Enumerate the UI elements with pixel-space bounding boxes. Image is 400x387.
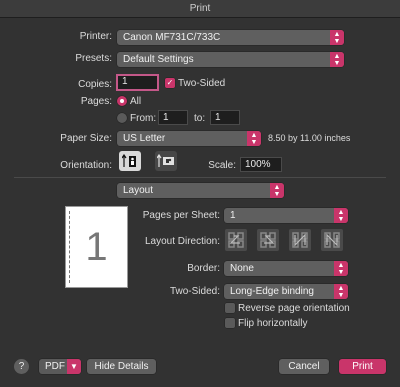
pages-per-sheet-label: Pages per Sheet:	[142, 210, 220, 221]
border-select[interactable]: None ▲ ▼	[224, 261, 348, 276]
pages-from-label: From:	[130, 113, 157, 124]
window-title: Print	[0, 0, 400, 18]
paper-dimensions: 8.50 by 11.00 inches	[268, 133, 351, 143]
chevron-updown-icon: ▲ ▼	[334, 208, 348, 223]
pages-all-label: All	[130, 96, 142, 107]
scale-field[interactable]: 100%	[240, 157, 282, 172]
pages-per-sheet-value: 1	[230, 210, 236, 221]
help-button[interactable]: ?	[14, 359, 29, 374]
pages-from-radio[interactable]	[117, 113, 127, 123]
layout-direction-icon	[324, 232, 340, 248]
layout-direction-z-button[interactable]	[225, 229, 247, 251]
flip-horizontally-label: Flip horizontally	[238, 318, 308, 329]
copies-label: Copies:	[78, 79, 112, 90]
border-value: None	[230, 263, 254, 274]
two-sided-checkbox[interactable]: ✓	[165, 78, 175, 88]
border-label: Border:	[187, 263, 220, 274]
layout-direction-reverse-n-button[interactable]	[321, 229, 343, 251]
two-sided-binding-select[interactable]: Long-Edge binding ▲ ▼	[224, 284, 348, 299]
two-sided-binding-label: Two-Sided:	[169, 286, 220, 297]
page-preview: 1	[65, 206, 128, 288]
layout-direction-icon	[260, 232, 276, 248]
flip-horizontally-checkbox[interactable]	[225, 318, 235, 328]
orientation-label: Orientation:	[60, 160, 112, 171]
printer-label: Printer:	[79, 31, 112, 42]
paper-size-label: Paper Size:	[60, 133, 112, 144]
chevron-updown-icon: ▲ ▼	[330, 30, 344, 45]
preview-page-number: 1	[85, 225, 108, 269]
portrait-icon	[122, 154, 136, 167]
copies-field[interactable]: 1	[116, 74, 159, 91]
chevron-updown-icon: ▲ ▼	[247, 131, 261, 146]
two-sided-label: Two-Sided	[178, 78, 226, 89]
orientation-portrait-button[interactable]	[119, 151, 141, 171]
scale-label: Scale:	[208, 160, 236, 171]
layout-direction-reverse-z-button[interactable]	[257, 229, 279, 251]
chevron-updown-icon: ▲ ▼	[270, 183, 284, 198]
paper-size-select[interactable]: US Letter ▲ ▼	[117, 131, 261, 146]
section-select[interactable]: Layout ▲ ▼	[117, 183, 284, 198]
cancel-button[interactable]: Cancel	[279, 359, 329, 374]
chevron-updown-icon: ▲ ▼	[334, 284, 348, 299]
orientation-landscape-button[interactable]	[155, 151, 177, 171]
reverse-orientation-checkbox[interactable]	[225, 303, 235, 313]
landscape-icon	[157, 154, 174, 167]
reverse-orientation-label: Reverse page orientation	[238, 303, 350, 314]
pages-label: Pages:	[80, 96, 112, 107]
presets-value: Default Settings	[123, 54, 194, 65]
two-sided-binding-value: Long-Edge binding	[230, 286, 314, 297]
pages-to-field[interactable]: 1	[210, 110, 240, 125]
print-button[interactable]: Print	[339, 359, 386, 374]
layout-direction-icon	[292, 232, 308, 248]
chevron-updown-icon: ▲ ▼	[330, 52, 344, 67]
printer-select[interactable]: Canon MF731C/733C ▲ ▼	[117, 30, 344, 45]
layout-direction-icon	[228, 232, 244, 248]
layout-direction-label: Layout Direction:	[144, 236, 220, 247]
section-divider	[14, 177, 386, 178]
pdf-label: PDF	[45, 361, 65, 372]
chevron-down-icon: ▼	[67, 359, 81, 374]
pages-from-field[interactable]: 1	[158, 110, 188, 125]
printer-value: Canon MF731C/733C	[123, 32, 221, 43]
pages-all-radio[interactable]	[117, 96, 127, 106]
chevron-updown-icon: ▲ ▼	[334, 261, 348, 276]
pdf-menu-button[interactable]: PDF ▼	[39, 359, 81, 374]
pages-to-label: to:	[194, 113, 206, 124]
paper-size-value: US Letter	[123, 133, 166, 144]
layout-direction-n-button[interactable]	[289, 229, 311, 251]
section-value: Layout	[123, 185, 154, 196]
pages-per-sheet-select[interactable]: 1 ▲ ▼	[224, 208, 348, 223]
hide-details-button[interactable]: Hide Details	[87, 359, 156, 374]
presets-label: Presets:	[75, 53, 112, 64]
presets-select[interactable]: Default Settings ▲ ▼	[117, 52, 344, 67]
